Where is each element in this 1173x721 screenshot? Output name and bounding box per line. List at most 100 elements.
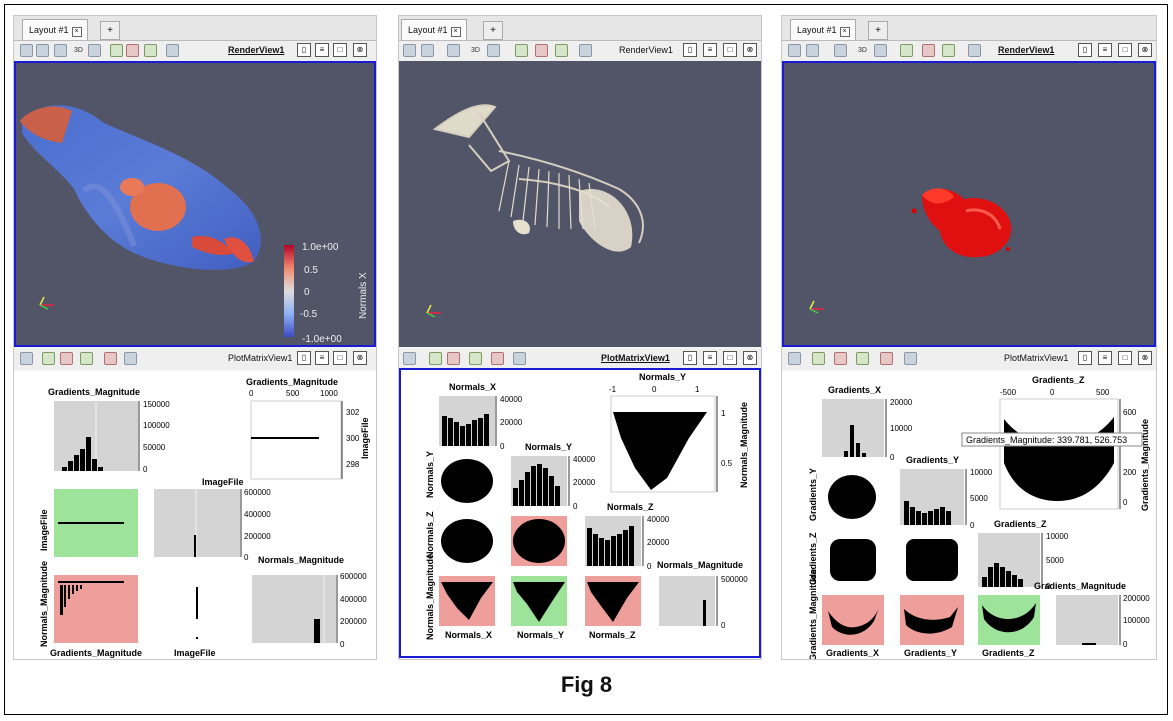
split-horizontal-icon[interactable]: ▯ bbox=[683, 43, 697, 57]
scatter-plot-matrix: Gradients_X 20000 10000 0 Gradients_Z -5… bbox=[808, 375, 1150, 659]
interactive-select-icon[interactable] bbox=[104, 352, 117, 365]
maximize-icon[interactable]: □ bbox=[1118, 351, 1132, 365]
render-view[interactable] bbox=[399, 61, 761, 347]
select-points-icon[interactable] bbox=[60, 352, 73, 365]
plot-matrix-view[interactable]: Normals_X 40000 20000 0 Normals_Y -1 0 1… bbox=[399, 368, 761, 658]
zoom-data-icon[interactable] bbox=[806, 44, 819, 57]
axis-tick: 0 bbox=[573, 502, 578, 511]
close-icon[interactable]: × bbox=[450, 27, 461, 37]
plot-matrix-view[interactable]: Gradients_X 20000 10000 0 Gradients_Z -5… bbox=[782, 371, 1156, 659]
clear-selection-icon[interactable] bbox=[513, 352, 526, 365]
interactive-select-icon[interactable] bbox=[166, 44, 179, 57]
camera-icon[interactable] bbox=[403, 352, 416, 365]
select-frustum-icon[interactable] bbox=[856, 352, 869, 365]
select-frustum-icon[interactable] bbox=[80, 352, 93, 365]
reset-camera-icon[interactable] bbox=[403, 44, 416, 57]
close-view-icon[interactable]: ⊗ bbox=[1138, 43, 1152, 57]
maximize-icon[interactable]: □ bbox=[723, 43, 737, 57]
select-cells-icon[interactable] bbox=[110, 44, 123, 57]
clear-selection-icon[interactable] bbox=[904, 352, 917, 365]
split-horizontal-icon[interactable]: ▯ bbox=[1078, 351, 1092, 365]
split-vertical-icon[interactable]: ≡ bbox=[1098, 351, 1112, 365]
camera-icon[interactable] bbox=[54, 44, 67, 57]
interactive-select-icon[interactable] bbox=[880, 352, 893, 365]
select-points-icon[interactable] bbox=[834, 352, 847, 365]
camera-icon[interactable] bbox=[447, 44, 460, 57]
add-tab-button[interactable]: + bbox=[868, 21, 888, 40]
select-points-icon[interactable] bbox=[126, 44, 139, 57]
axis-tick: 1 bbox=[721, 409, 726, 418]
axis-tick: 500000 bbox=[721, 575, 748, 584]
interactive-select-icon[interactable] bbox=[491, 352, 504, 365]
select-cells-icon[interactable] bbox=[429, 352, 442, 365]
view-name[interactable]: RenderView1 bbox=[619, 45, 673, 55]
tab-bar: Layout #1 × + bbox=[14, 16, 376, 41]
close-view-icon[interactable]: ⊗ bbox=[353, 351, 367, 365]
render-view[interactable] bbox=[782, 61, 1156, 347]
row-label: Normals_Magnitude bbox=[39, 561, 49, 647]
view-name[interactable]: PlotMatrixView1 bbox=[1004, 353, 1068, 363]
close-icon[interactable]: × bbox=[71, 27, 82, 37]
close-view-icon[interactable]: ⊗ bbox=[1138, 351, 1152, 365]
tab-layout[interactable]: Layout #1 × bbox=[790, 19, 856, 40]
reset-camera-icon[interactable] bbox=[788, 44, 801, 57]
select-cells-icon[interactable] bbox=[900, 44, 913, 57]
camera-icon[interactable] bbox=[788, 352, 801, 365]
select-cells-icon[interactable] bbox=[515, 44, 528, 57]
select-frustum-icon[interactable] bbox=[469, 352, 482, 365]
camera-icon[interactable] bbox=[20, 352, 33, 365]
split-horizontal-icon[interactable]: ▯ bbox=[683, 351, 697, 365]
select-frustum-icon[interactable] bbox=[942, 44, 955, 57]
close-view-icon[interactable]: ⊗ bbox=[743, 351, 757, 365]
split-vertical-icon[interactable]: ≡ bbox=[1098, 43, 1112, 57]
zoom-box-icon[interactable] bbox=[487, 44, 500, 57]
zoom-box-icon[interactable] bbox=[88, 44, 101, 57]
matrix-title: Gradients_Magnitude bbox=[48, 387, 140, 397]
clear-selection-icon[interactable] bbox=[124, 352, 137, 365]
split-vertical-icon[interactable]: ≡ bbox=[703, 351, 717, 365]
select-cells-icon[interactable] bbox=[812, 352, 825, 365]
maximize-icon[interactable]: □ bbox=[723, 351, 737, 365]
zoom-data-icon[interactable] bbox=[421, 44, 434, 57]
column-label: Normals_X bbox=[445, 630, 492, 640]
split-horizontal-icon[interactable]: ▯ bbox=[1078, 43, 1092, 57]
maximize-icon[interactable]: □ bbox=[333, 351, 347, 365]
split-horizontal-icon[interactable]: ▯ bbox=[297, 43, 311, 57]
zoom-box-icon[interactable] bbox=[874, 44, 887, 57]
select-points-icon[interactable] bbox=[922, 44, 935, 57]
select-points-icon[interactable] bbox=[447, 352, 460, 365]
select-frustum-icon[interactable] bbox=[144, 44, 157, 57]
render-view[interactable]: 1.0e+00 0.5 0 -0.5 -1.0e+00 Normals X bbox=[14, 61, 376, 347]
zoom-data-icon[interactable] bbox=[36, 44, 49, 57]
select-cells-icon[interactable] bbox=[42, 352, 55, 365]
maximize-icon[interactable]: □ bbox=[1118, 43, 1132, 57]
reset-camera-icon[interactable] bbox=[20, 44, 33, 57]
view-name[interactable]: PlotMatrixView1 bbox=[601, 353, 670, 363]
split-vertical-icon[interactable]: ≡ bbox=[703, 43, 717, 57]
view-name[interactable]: RenderView1 bbox=[998, 45, 1054, 55]
3d-toggle-icon[interactable]: 3D bbox=[469, 44, 482, 57]
column-label: Gradients_Magnitude bbox=[50, 648, 142, 658]
interactive-select-icon[interactable] bbox=[968, 44, 981, 57]
axis-tick: 50000 bbox=[143, 443, 166, 452]
close-view-icon[interactable]: ⊗ bbox=[353, 43, 367, 57]
interactive-select-icon[interactable] bbox=[579, 44, 592, 57]
camera-icon[interactable] bbox=[834, 44, 847, 57]
split-vertical-icon[interactable]: ≡ bbox=[315, 43, 329, 57]
select-points-icon[interactable] bbox=[535, 44, 548, 57]
split-vertical-icon[interactable]: ≡ bbox=[315, 351, 329, 365]
view-name[interactable]: PlotMatrixView1 bbox=[228, 353, 292, 363]
split-horizontal-icon[interactable]: ▯ bbox=[297, 351, 311, 365]
close-view-icon[interactable]: ⊗ bbox=[743, 43, 757, 57]
3d-toggle-icon[interactable]: 3D bbox=[856, 44, 869, 57]
close-icon[interactable]: × bbox=[839, 27, 850, 37]
select-frustum-icon[interactable] bbox=[555, 44, 568, 57]
add-tab-button[interactable]: + bbox=[100, 21, 120, 40]
view-name[interactable]: RenderView1 bbox=[228, 45, 284, 55]
tab-layout[interactable]: Layout #1 × bbox=[401, 19, 467, 40]
maximize-icon[interactable]: □ bbox=[333, 43, 347, 57]
plot-matrix-view[interactable]: Gradients_Magnitude 150000 100000 50000 … bbox=[14, 371, 376, 659]
tab-layout[interactable]: Layout #1 × bbox=[22, 19, 88, 40]
add-tab-button[interactable]: + bbox=[483, 21, 503, 40]
3d-toggle-icon[interactable]: 3D bbox=[72, 44, 85, 57]
